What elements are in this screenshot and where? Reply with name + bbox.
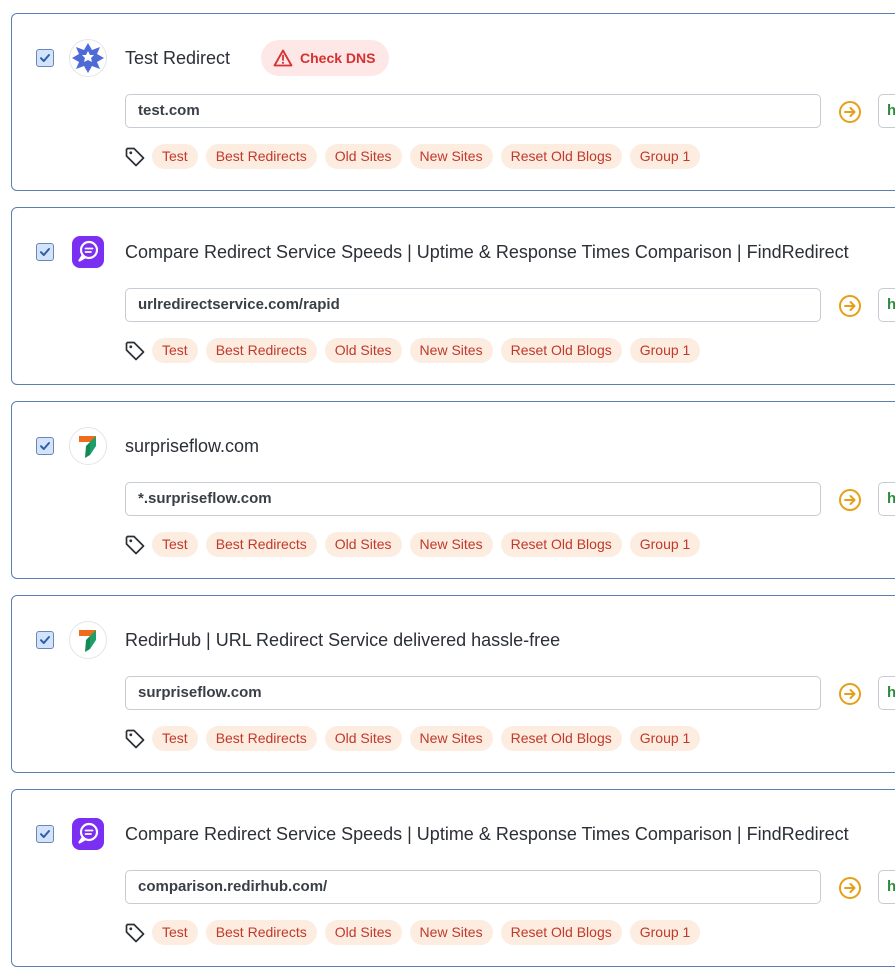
tag-chip[interactable]: Test — [152, 920, 198, 945]
tag-chip[interactable]: Group 1 — [629, 726, 701, 751]
tag-chip[interactable]: Test — [152, 532, 198, 557]
tag-list: Test Best Redirects Old Sites New Sites … — [152, 144, 701, 169]
select-checkbox[interactable] — [36, 437, 54, 455]
tag-chip[interactable]: Test — [152, 338, 198, 363]
tag-chip[interactable]: Old Sites — [324, 532, 402, 557]
check-dns-badge[interactable]: Check DNS — [261, 40, 390, 76]
tag-chip[interactable]: Old Sites — [324, 338, 402, 363]
redirect-title: Compare Redirect Service Speeds | Uptime… — [125, 242, 849, 262]
destination-url-input[interactable]: h — [878, 676, 895, 710]
chat-bubble-icon — [69, 233, 107, 271]
source-url-input[interactable]: surpriseflow.com — [125, 676, 821, 710]
star-badge-icon — [69, 39, 107, 77]
check-icon — [40, 636, 50, 644]
select-checkbox[interactable] — [36, 631, 54, 649]
redirect-title: Test Redirect — [125, 48, 231, 68]
tag-icon — [125, 341, 145, 361]
tag-chip[interactable]: New Sites — [409, 338, 493, 363]
tag-chip[interactable]: New Sites — [409, 532, 493, 557]
select-checkbox[interactable] — [36, 49, 54, 67]
source-url-input[interactable]: urlredirectservice.com/rapid — [125, 288, 821, 322]
redirect-card: Test Redirect Check DNS test.com h Test … — [11, 13, 895, 191]
tag-chip[interactable]: Test — [152, 144, 198, 169]
tag-chip[interactable]: Reset Old Blogs — [500, 726, 622, 751]
tag-icon — [125, 923, 145, 943]
tag-chip[interactable]: New Sites — [409, 144, 493, 169]
check-icon — [40, 830, 50, 838]
source-url-input[interactable]: comparison.redirhub.com/ — [125, 870, 821, 904]
check-icon — [40, 248, 50, 256]
redirect-title: surpriseflow.com — [125, 436, 260, 456]
redirect-card: RedirHub | URL Redirect Service delivere… — [11, 595, 895, 773]
tag-chip[interactable]: Reset Old Blogs — [500, 920, 622, 945]
chat-bubble-icon — [69, 815, 107, 853]
tag-chip[interactable]: Old Sites — [324, 726, 402, 751]
arrow-right-circle-icon — [839, 877, 861, 899]
check-icon — [40, 442, 50, 450]
tag-chip[interactable]: Best Redirects — [205, 144, 317, 169]
arrow-right-circle-icon — [839, 295, 861, 317]
tag-list: Test Best Redirects Old Sites New Sites … — [152, 920, 701, 945]
select-checkbox[interactable] — [36, 243, 54, 261]
destination-url-input[interactable]: h — [878, 94, 895, 128]
tag-list: Test Best Redirects Old Sites New Sites … — [152, 338, 701, 363]
tag-icon — [125, 535, 145, 555]
tag-chip[interactable]: Group 1 — [629, 920, 701, 945]
redirect-title: Compare Redirect Service Speeds | Uptime… — [125, 824, 849, 844]
tag-chip[interactable]: Best Redirects — [205, 920, 317, 945]
warning-icon — [273, 49, 293, 67]
tag-chip[interactable]: New Sites — [409, 726, 493, 751]
tag-chip[interactable]: Group 1 — [629, 338, 701, 363]
tag-icon — [125, 147, 145, 167]
source-url-input[interactable]: *.surpriseflow.com — [125, 482, 821, 516]
destination-url-input[interactable]: h — [878, 482, 895, 516]
source-url-input[interactable]: test.com — [125, 94, 821, 128]
tag-chip[interactable]: New Sites — [409, 920, 493, 945]
tag-chip[interactable]: Group 1 — [629, 532, 701, 557]
check-icon — [40, 54, 50, 62]
check-dns-label: Check DNS — [300, 50, 376, 66]
redirect-card: surpriseflow.com *.surpriseflow.com h Te… — [11, 401, 895, 579]
arrow-right-circle-icon — [839, 101, 861, 123]
tag-chip[interactable]: Best Redirects — [205, 726, 317, 751]
tag-chip[interactable]: Reset Old Blogs — [500, 532, 622, 557]
destination-url-input[interactable]: h — [878, 288, 895, 322]
arrow-right-circle-icon — [839, 683, 861, 705]
tag-chip[interactable]: Best Redirects — [205, 338, 317, 363]
redirect-title: RedirHub | URL Redirect Service delivere… — [125, 630, 561, 650]
tag-icon — [125, 729, 145, 749]
tag-chip[interactable]: Old Sites — [324, 144, 402, 169]
redirect-card: Compare Redirect Service Speeds | Uptime… — [11, 789, 895, 967]
tag-chip[interactable]: Group 1 — [629, 144, 701, 169]
tag-chip[interactable]: Reset Old Blogs — [500, 144, 622, 169]
flow-arrow-icon — [69, 427, 107, 465]
tag-chip[interactable]: Test — [152, 726, 198, 751]
tag-chip[interactable]: Old Sites — [324, 920, 402, 945]
select-checkbox[interactable] — [36, 825, 54, 843]
tag-chip[interactable]: Reset Old Blogs — [500, 338, 622, 363]
flow-arrow-icon — [69, 621, 107, 659]
tag-chip[interactable]: Best Redirects — [205, 532, 317, 557]
tag-list: Test Best Redirects Old Sites New Sites … — [152, 726, 701, 751]
destination-url-input[interactable]: h — [878, 870, 895, 904]
tag-list: Test Best Redirects Old Sites New Sites … — [152, 532, 701, 557]
arrow-right-circle-icon — [839, 489, 861, 511]
redirect-card: Compare Redirect Service Speeds | Uptime… — [11, 207, 895, 385]
